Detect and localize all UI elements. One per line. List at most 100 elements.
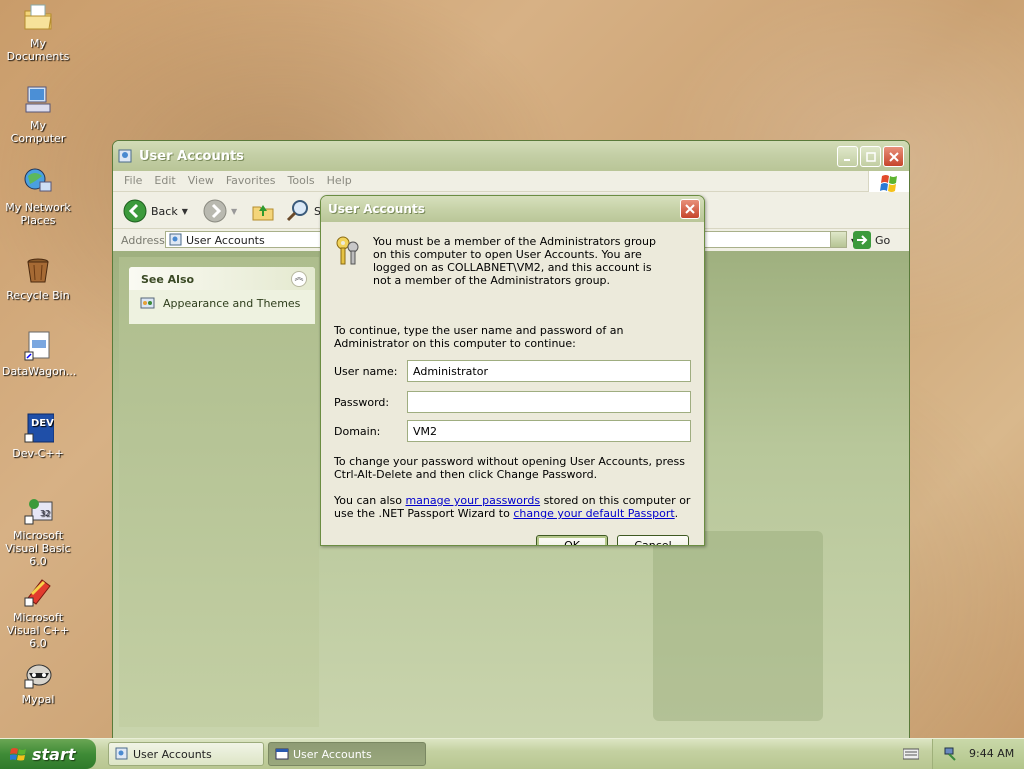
see-also-header[interactable]: See Also ︽ <box>129 267 315 290</box>
user-accounts-icon <box>118 149 132 163</box>
desktop-icon-recycle-bin[interactable]: Recycle Bin <box>0 254 76 302</box>
passport-text-1: You can also <box>334 494 406 507</box>
up-folder-icon <box>252 205 274 221</box>
forward-arrow-icon <box>203 199 227 223</box>
domain-row: Domain: VM2 <box>334 420 694 442</box>
see-also-item-appearance[interactable]: Appearance and Themes <box>129 290 315 324</box>
desktop-icon-label: My Computer <box>10 119 66 145</box>
minimize-button[interactable] <box>837 146 858 167</box>
address-label: Address <box>121 234 165 247</box>
clock[interactable]: 9:44 AM <box>969 747 1014 760</box>
go-arrow-icon <box>853 231 871 249</box>
go-button[interactable]: Go <box>853 231 890 249</box>
desktop-icon-label: Dev-C++ <box>12 447 64 460</box>
change-default-passport-link[interactable]: change your default Passport <box>513 507 674 520</box>
menu-help[interactable]: Help <box>321 171 358 190</box>
background-checkbox-graphic <box>653 531 823 721</box>
desktop-icon-my-computer[interactable]: My Computer <box>0 84 76 145</box>
menu-file[interactable]: File <box>118 171 148 190</box>
window-titlebar[interactable]: User Accounts <box>113 141 909 171</box>
menu-favorites[interactable]: Favorites <box>220 171 282 190</box>
address-dropdown-button[interactable]: ▼ <box>830 232 857 247</box>
network-tray-icon[interactable] <box>943 746 959 762</box>
menu-edit[interactable]: Edit <box>148 171 181 190</box>
search-button[interactable]: S <box>285 198 321 224</box>
address-value: User Accounts <box>186 234 265 247</box>
user-accounts-small-icon <box>115 747 128 760</box>
change-password-text: To change your password without opening … <box>334 455 686 481</box>
forward-dropdown-icon[interactable]: ▼ <box>231 207 237 216</box>
desktop-icon-my-documents[interactable]: My Documents <box>0 2 76 63</box>
window-small-icon <box>275 748 289 760</box>
collapse-chevron-icon[interactable]: ︽ <box>291 271 307 287</box>
close-icon <box>685 204 695 214</box>
start-button[interactable]: start <box>0 739 96 769</box>
windows-flag-icon <box>10 748 26 761</box>
forward-button[interactable]: ▼ <box>203 199 237 223</box>
menu-tools[interactable]: Tools <box>282 171 321 190</box>
desktop-icon-my-network-places[interactable]: My Network Places <box>0 166 76 227</box>
desktop-icon-label: Microsoft Visual Basic 6.0 <box>5 529 71 568</box>
dialog-close-button[interactable] <box>680 199 700 219</box>
see-also-heading: See Also <box>141 273 195 286</box>
back-label: Back <box>151 204 178 218</box>
domain-label: Domain: <box>334 425 381 438</box>
system-tray: 9:44 AM <box>932 739 1024 769</box>
task-pane: See Also ︽ Appearance and Themes <box>119 257 319 727</box>
username-field[interactable]: Administrator <box>407 360 691 382</box>
taskbar-item-user-accounts[interactable]: User Accounts <box>108 742 264 766</box>
desktop-icon-datawagon[interactable]: DataWagon... <box>0 330 76 378</box>
password-row: Password: <box>334 391 694 413</box>
desktop-icon-label: DataWagon... <box>2 365 77 378</box>
ok-button[interactable]: OK <box>536 535 608 545</box>
keyboard-language-icon[interactable] <box>903 747 919 761</box>
up-folder-button[interactable] <box>251 199 275 226</box>
manage-passwords-link[interactable]: manage your passwords <box>405 494 540 507</box>
menu-view[interactable]: View <box>182 171 220 190</box>
desktop-icon-visual-cpp[interactable]: Microsoft Visual C++ 6.0 <box>0 576 76 650</box>
password-field[interactable] <box>407 391 691 413</box>
dialog-titlebar[interactable]: User Accounts <box>321 196 704 222</box>
svg-text:32: 32 <box>40 509 50 518</box>
folder-documents-icon <box>24 4 52 30</box>
search-icon <box>286 200 308 222</box>
user-accounts-small-icon <box>169 233 182 246</box>
computer-icon <box>25 86 51 113</box>
desktop-icon-visual-basic[interactable]: 32 Microsoft Visual Basic 6.0 <box>0 494 76 568</box>
taskbar-item-label: User Accounts <box>133 748 212 761</box>
passport-paragraph: You can also manage your passwords store… <box>334 494 694 520</box>
taskbar-item-user-accounts-dialog[interactable]: User Accounts <box>268 742 426 766</box>
appearance-themes-icon <box>140 297 155 309</box>
maximize-button[interactable] <box>860 146 881 167</box>
desktop-icon-label: My Documents <box>6 37 70 63</box>
credentials-dialog: User Accounts You must be a member of th… <box>320 195 705 546</box>
domain-value: VM2 <box>413 425 438 438</box>
domain-field[interactable]: VM2 <box>407 420 691 442</box>
desktop-icon-dev-cpp[interactable]: DEV Dev-C++ <box>0 412 76 460</box>
dev-cpp-icon: DEV <box>24 413 54 443</box>
close-button[interactable] <box>883 146 904 167</box>
username-label: User name: <box>334 365 398 378</box>
desktop-icon-mypal[interactable]: Mypal <box>0 658 76 706</box>
keys-icon <box>336 236 359 265</box>
back-button[interactable]: Back ▼ <box>123 199 188 223</box>
see-also-panel: See Also ︽ Appearance and Themes <box>129 267 315 324</box>
username-row: User name: Administrator <box>334 360 694 382</box>
dialog-title: User Accounts <box>328 202 425 216</box>
cancel-button[interactable]: Cancel <box>617 535 689 545</box>
passport-text-3: . <box>674 507 679 520</box>
start-label: start <box>32 745 76 764</box>
password-label: Password: <box>334 396 390 409</box>
close-icon <box>888 151 899 162</box>
desktop-icon-label: Recycle Bin <box>6 289 70 302</box>
visual-cpp-icon <box>24 579 51 607</box>
go-label: Go <box>875 233 891 247</box>
back-arrow-icon <box>123 199 147 223</box>
menu-bar: File Edit View Favorites Tools Help <box>113 171 909 196</box>
recycle-bin-icon <box>27 258 49 283</box>
see-also-item-label: Appearance and Themes <box>163 297 301 310</box>
instruction-text: To continue, type the user name and pass… <box>334 324 624 350</box>
back-dropdown-icon[interactable]: ▼ <box>182 207 188 216</box>
mypal-raccoon-icon <box>24 664 52 689</box>
username-value: Administrator <box>413 365 488 378</box>
